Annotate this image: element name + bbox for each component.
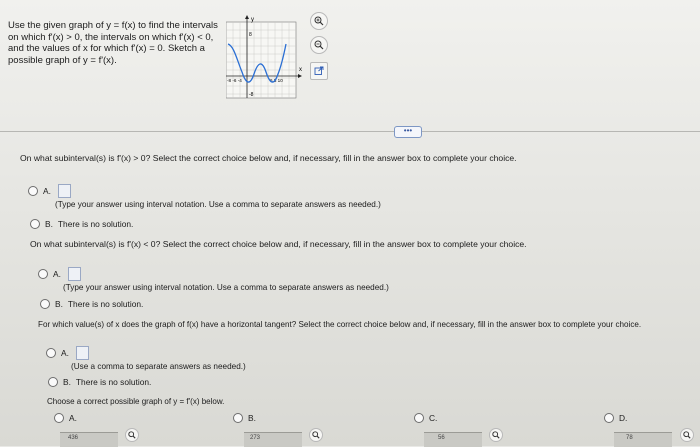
answer-box[interactable]	[75, 346, 89, 360]
option-label: B.	[55, 299, 63, 309]
option-label: B.	[63, 377, 71, 387]
q3-format-note: (Use a comma to separate answers as need…	[71, 362, 246, 371]
q2-option-b[interactable]: B. There is no solution.	[40, 299, 143, 309]
option-text: There is no solution.	[57, 219, 134, 229]
zoom-in-icon	[683, 431, 691, 439]
section-divider	[0, 131, 700, 132]
zoom-out-button[interactable]	[310, 36, 328, 54]
homework-page: Use the given graph of y = f(x) to find …	[0, 0, 700, 447]
q3-option-b[interactable]: B. There is no solution.	[48, 377, 151, 387]
zoom-button-d[interactable]	[680, 428, 694, 442]
problem-statement: Use the given graph of y = f(x) to find …	[8, 20, 218, 66]
radio-button[interactable]	[40, 299, 50, 309]
q1-option-b[interactable]: B. There is no solution.	[30, 219, 133, 229]
radio-button[interactable]	[48, 377, 58, 387]
radio-button[interactable]	[414, 413, 424, 423]
radio-button[interactable]	[604, 413, 614, 423]
graph-choice-d-thumbnail[interactable]: 78	[614, 432, 672, 447]
radio-button[interactable]	[38, 269, 48, 279]
option-label: A.	[61, 348, 69, 358]
tick-label: 78	[626, 435, 633, 441]
option-label: A.	[43, 186, 51, 196]
zoom-button-a[interactable]	[125, 428, 139, 442]
graph-choice-a-thumbnail[interactable]: 436	[60, 432, 118, 447]
y-tick-label: 8	[249, 32, 252, 38]
radio-button[interactable]	[46, 348, 56, 358]
expand-more-button[interactable]: •••	[394, 126, 422, 138]
zoom-in-icon	[312, 431, 320, 439]
option-text: There is no solution.	[75, 377, 152, 387]
popout-button[interactable]	[310, 62, 328, 80]
y-axis-label: y	[251, 17, 254, 23]
problem-line: on which f'(x) > 0, the intervals on whi…	[8, 31, 214, 43]
option-label: B.	[45, 219, 53, 229]
option-label: A.	[69, 413, 77, 423]
option-text: There is no solution.	[67, 299, 144, 309]
option-label: C.	[429, 413, 438, 423]
radio-button[interactable]	[30, 219, 40, 229]
option-label: B.	[248, 413, 256, 423]
option-label: D.	[619, 413, 628, 423]
problem-line: and the values of x for which f'(x) = 0.…	[8, 43, 205, 54]
question-2: On what subinterval(s) is f'(x) < 0? Sel…	[30, 239, 527, 249]
question-4: Choose a correct possible graph of y = f…	[47, 397, 225, 406]
tick-label: 273	[250, 435, 261, 441]
answer-box[interactable]	[67, 267, 81, 281]
tick-label: 56	[438, 435, 445, 441]
radio-button[interactable]	[28, 186, 38, 196]
graph-choice-a[interactable]: A.	[54, 413, 77, 423]
zoom-in-icon	[314, 16, 324, 26]
external-link-icon	[314, 66, 324, 75]
answer-box[interactable]	[57, 184, 71, 198]
problem-line: possible graph of y = f'(x).	[8, 54, 117, 66]
q2-option-a[interactable]: A.	[38, 267, 81, 281]
x-axis-arrow	[298, 74, 302, 78]
zoom-in-icon	[128, 431, 136, 439]
y-tick-label: -8	[249, 92, 254, 98]
radio-button[interactable]	[54, 413, 64, 423]
zoom-button-c[interactable]	[489, 428, 503, 442]
q1-format-note: (Type your answer using interval notatio…	[55, 200, 381, 209]
tick-label: 436	[68, 435, 79, 441]
zoom-out-icon	[314, 40, 324, 50]
zoom-in-button[interactable]	[310, 12, 328, 30]
graph-choice-b-thumbnail[interactable]: 273	[244, 432, 302, 447]
graph-choice-d[interactable]: D.	[604, 413, 627, 423]
problem-line: Use the given graph of y = f(x) to find …	[8, 20, 218, 31]
q3-option-a[interactable]: A.	[46, 346, 89, 360]
graph-choice-c[interactable]: C.	[414, 413, 437, 423]
radio-button[interactable]	[233, 413, 243, 423]
question-1: On what subinterval(s) is f'(x) > 0? Sel…	[20, 153, 517, 163]
x-tick-labels: -8 -6 -4	[227, 78, 242, 83]
graph-choice-c-thumbnail[interactable]: 56	[424, 432, 482, 447]
zoom-button-b[interactable]	[309, 428, 323, 442]
graph-choice-b[interactable]: B.	[233, 413, 256, 423]
y-axis-arrow	[245, 15, 249, 19]
question-3: For which value(s) of x does the graph o…	[38, 320, 642, 329]
q1-option-a[interactable]: A.	[28, 184, 71, 198]
function-graph: y x 8 -8 -8 -6 -4 6 8 10	[226, 15, 302, 99]
zoom-in-icon	[492, 431, 500, 439]
q2-format-note: (Type your answer using interval notatio…	[63, 283, 389, 292]
option-label: A.	[53, 269, 61, 279]
x-axis-label: x	[299, 67, 302, 73]
